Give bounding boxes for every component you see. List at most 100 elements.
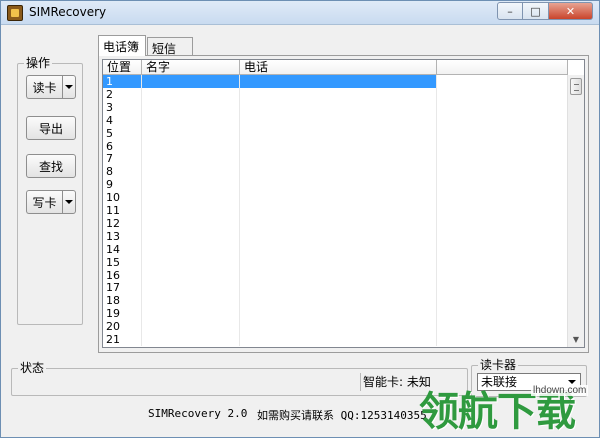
- row-name-cell: [142, 126, 240, 140]
- table-row[interactable]: 19: [103, 307, 437, 321]
- watermark-url: lhdown.com: [531, 385, 589, 396]
- row-phone-cell: [240, 281, 437, 295]
- row-position-cell: 8: [103, 165, 142, 179]
- table-row[interactable]: 6: [103, 139, 437, 153]
- close-button[interactable]: ✕: [549, 2, 593, 20]
- row-position-cell: 11: [103, 204, 142, 217]
- window-controls: – □ ✕: [497, 2, 593, 20]
- row-phone-cell: [240, 87, 437, 101]
- row-position-cell: 19: [103, 307, 142, 321]
- row-position-cell: 6: [103, 139, 142, 153]
- row-position-cell: 17: [103, 281, 142, 295]
- row-phone-cell: [240, 100, 437, 114]
- row-position-cell: 7: [103, 152, 142, 166]
- maximize-button[interactable]: □: [523, 2, 549, 20]
- row-phone-cell: [240, 178, 437, 192]
- table-row[interactable]: 17: [103, 281, 437, 295]
- row-name-cell: [142, 204, 240, 217]
- row-position-cell: 20: [103, 320, 142, 334]
- reader-group-label: 读卡器: [478, 358, 519, 372]
- app-window: SIMRecovery – □ ✕ 操作 读卡 导出 查找 写卡 电话簿 短信 …: [0, 0, 600, 438]
- row-position-cell: 12: [103, 216, 142, 230]
- table-row[interactable]: 20: [103, 320, 437, 334]
- row-position-cell: 14: [103, 242, 142, 256]
- table-row[interactable]: 4: [103, 113, 437, 127]
- column-header-name[interactable]: 名字: [142, 60, 240, 75]
- write-card-button[interactable]: 写卡: [26, 190, 62, 214]
- row-position-cell: 13: [103, 229, 142, 243]
- find-button[interactable]: 查找: [26, 154, 76, 178]
- table-row[interactable]: 5: [103, 126, 437, 140]
- row-phone-cell: [240, 294, 437, 308]
- row-name-cell: [142, 281, 240, 295]
- row-name-cell: [142, 75, 240, 88]
- close-icon: ✕: [565, 4, 576, 18]
- row-name-cell: [142, 216, 240, 230]
- row-phone-cell: [240, 242, 437, 256]
- read-card-button[interactable]: 读卡: [26, 75, 62, 99]
- vertical-scrollbar[interactable]: ▼: [567, 75, 584, 347]
- row-name-cell: [142, 320, 240, 334]
- row-phone-cell: [240, 307, 437, 321]
- row-name-cell: [142, 139, 240, 153]
- row-phone-cell: [240, 320, 437, 334]
- row-position-cell: 4: [103, 113, 142, 127]
- row-name-cell: [142, 242, 240, 256]
- row-phone-cell: [240, 126, 437, 140]
- row-phone-cell: [240, 152, 437, 166]
- table-row[interactable]: 14: [103, 242, 437, 256]
- table-row[interactable]: 2: [103, 87, 437, 101]
- row-name-cell: [142, 113, 240, 127]
- row-position-cell: 2: [103, 87, 142, 101]
- title-bar[interactable]: SIMRecovery – □ ✕: [1, 1, 599, 25]
- row-position-cell: 21: [103, 333, 142, 346]
- table-row[interactable]: 21: [103, 333, 437, 346]
- tab-phonebook[interactable]: 电话簿: [98, 35, 146, 56]
- row-phone-cell: [240, 255, 437, 269]
- minimize-button[interactable]: –: [497, 2, 523, 20]
- row-phone-cell: [240, 139, 437, 153]
- table-row[interactable]: 10: [103, 191, 437, 205]
- column-header-position[interactable]: 位置: [103, 60, 142, 75]
- row-name-cell: [142, 255, 240, 269]
- table-row[interactable]: 12: [103, 216, 437, 230]
- table-row[interactable]: 3: [103, 100, 437, 114]
- table-row[interactable]: 18: [103, 294, 437, 308]
- tab-sms[interactable]: 短信: [147, 37, 193, 56]
- dropdown-arrow-icon: [65, 85, 73, 89]
- table-row[interactable]: 1: [103, 75, 437, 88]
- table-row[interactable]: 9: [103, 178, 437, 192]
- write-card-dropdown[interactable]: [62, 190, 76, 214]
- row-position-cell: 9: [103, 178, 142, 192]
- row-phone-cell: [240, 216, 437, 230]
- table-row[interactable]: 11: [103, 204, 437, 217]
- app-icon: [7, 5, 23, 21]
- scroll-thumb[interactable]: [570, 78, 582, 95]
- row-name-cell: [142, 307, 240, 321]
- export-button[interactable]: 导出: [26, 116, 76, 140]
- row-name-cell: [142, 294, 240, 308]
- footer-version: SIMRecovery 2.0: [148, 407, 248, 420]
- table-row[interactable]: 15: [103, 255, 437, 269]
- row-phone-cell: [240, 191, 437, 205]
- table-row[interactable]: 13: [103, 229, 437, 243]
- table-row[interactable]: 16: [103, 268, 437, 282]
- scroll-down-arrow-icon[interactable]: ▼: [568, 331, 584, 347]
- read-card-split-button: 读卡: [26, 75, 76, 99]
- table-row[interactable]: 8: [103, 165, 437, 179]
- row-name-cell: [142, 165, 240, 179]
- row-phone-cell: [240, 204, 437, 217]
- dropdown-arrow-icon: [65, 200, 73, 204]
- status-group-label: 状态: [18, 361, 47, 375]
- row-position-cell: 3: [103, 100, 142, 114]
- column-header-phone[interactable]: 电话: [240, 60, 437, 75]
- minimize-icon: –: [507, 4, 513, 18]
- reader-selected-value: 未联接: [481, 375, 518, 389]
- row-name-cell: [142, 229, 240, 243]
- window-title: SIMRecovery: [29, 5, 107, 19]
- read-card-dropdown[interactable]: [62, 75, 76, 99]
- row-position-cell: 16: [103, 268, 142, 282]
- row-position-cell: 1: [103, 75, 142, 88]
- phonebook-list[interactable]: 位置 名字 电话 1 2 3 4 5 6 7 8 9 10 11 12 13 14 15 16 17 18 19 20…: [102, 59, 585, 348]
- table-row[interactable]: 7: [103, 152, 437, 166]
